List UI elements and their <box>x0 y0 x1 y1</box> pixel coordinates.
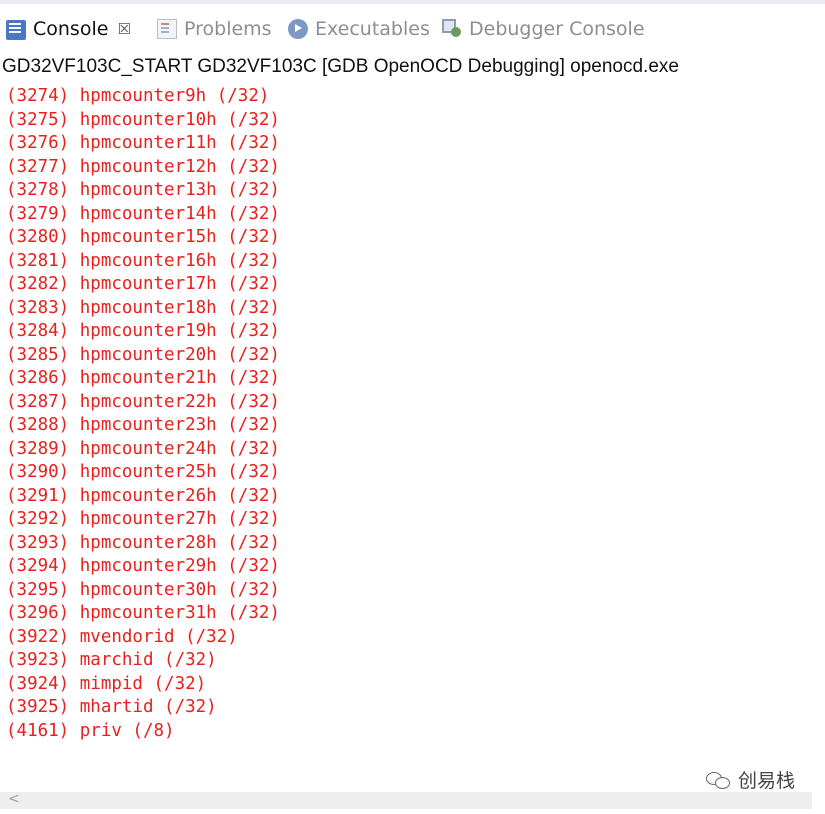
console-line: (3923) marchid (/32) <box>6 650 217 670</box>
console-icon <box>6 20 26 40</box>
watermark: 创易栈 <box>706 766 795 793</box>
close-icon[interactable]: ☒ <box>117 20 130 38</box>
console-line: (3294) hpmcounter29h (/32) <box>6 556 280 576</box>
wechat-icon <box>706 770 732 790</box>
console-line: (3280) hpmcounter15h (/32) <box>6 227 280 247</box>
console-line: (3279) hpmcounter14h (/32) <box>6 203 280 224</box>
console-line: (3288) hpmcounter23h (/32) <box>6 415 280 435</box>
tab-executables-label: Executables <box>315 18 430 40</box>
console-line: (3284) hpmcounter19h (/32) <box>6 321 280 341</box>
console-line: (3286) hpmcounter21h (/32) <box>6 368 280 388</box>
console-line: (3283) hpmcounter18h (/32) <box>6 297 280 318</box>
console-line: (3924) mimpid (/32) <box>6 673 207 694</box>
debugger-console-icon <box>442 19 462 39</box>
console-line: (3925) mhartid (/32) <box>6 697 217 717</box>
tab-debugger-console-label: Debugger Console <box>469 18 645 40</box>
tab-problems-label: Problems <box>184 18 272 40</box>
tab-problems[interactable]: Problems <box>157 14 272 44</box>
tab-console[interactable]: Console ☒ <box>6 14 131 44</box>
console-line: (3274) hpmcounter9h (/32) <box>6 86 270 106</box>
console-line: (3291) hpmcounter26h (/32) <box>6 485 280 506</box>
console-line: (3275) hpmcounter10h (/32) <box>6 109 280 130</box>
executables-icon <box>288 19 308 39</box>
tab-executables[interactable]: Executables <box>288 14 430 44</box>
console-session-title: GD32VF103C_START GD32VF103C [GDB OpenOCD… <box>2 56 679 77</box>
console-line: (3281) hpmcounter16h (/32) <box>6 250 280 271</box>
console-line: (3278) hpmcounter13h (/32) <box>6 180 280 200</box>
console-line: (3295) hpmcounter30h (/32) <box>6 579 280 600</box>
horizontal-scrollbar[interactable]: < <box>0 791 812 809</box>
console-line: (3922) mvendorid (/32) <box>6 626 238 647</box>
console-line: (4161) priv (/8) <box>6 720 175 741</box>
problems-icon <box>157 19 177 39</box>
console-line: (3292) hpmcounter27h (/32) <box>6 509 280 529</box>
console-line: (3282) hpmcounter17h (/32) <box>6 274 280 294</box>
console-line: (3287) hpmcounter22h (/32) <box>6 391 280 412</box>
tab-debugger-console[interactable]: Debugger Console <box>442 14 645 44</box>
console-line: (3277) hpmcounter12h (/32) <box>6 156 280 177</box>
console-line: (3276) hpmcounter11h (/32) <box>6 133 280 153</box>
view-tab-bar: Console ☒ Problems Executables Debugger … <box>0 0 825 52</box>
console-output[interactable]: (3274) hpmcounter9h (/32) (3275) hpmcount… <box>6 85 280 743</box>
tab-console-label: Console <box>33 18 109 40</box>
console-line: (3285) hpmcounter20h (/32) <box>6 344 280 365</box>
console-line: (3296) hpmcounter31h (/32) <box>6 603 280 623</box>
console-line: (3293) hpmcounter28h (/32) <box>6 532 280 553</box>
console-line: (3289) hpmcounter24h (/32) <box>6 438 280 459</box>
console-line: (3290) hpmcounter25h (/32) <box>6 462 280 482</box>
watermark-text: 创易栈 <box>738 770 796 792</box>
scroll-left-icon[interactable]: < <box>8 791 20 807</box>
